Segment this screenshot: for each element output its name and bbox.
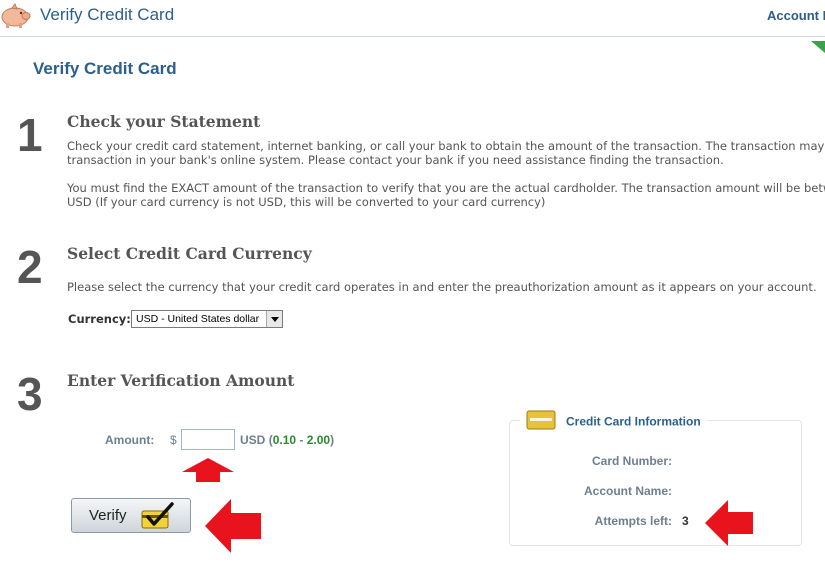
credit-card-info-title: Credit Card Information xyxy=(520,410,707,430)
range-max: 2.00 xyxy=(306,433,331,447)
card-number-label: Card Number: xyxy=(591,454,672,468)
currency-selected-value: USD - United States dollar xyxy=(136,313,260,325)
corner-decoration xyxy=(811,38,825,57)
page-title: Verify Credit Card xyxy=(33,59,177,78)
range-close-paren: ) xyxy=(330,433,335,447)
amount-unit: USD xyxy=(240,433,266,447)
range-min: 0.10 xyxy=(272,433,297,447)
step-2-text: Please select the currency that your cre… xyxy=(67,280,817,294)
step-3-number: 3 xyxy=(17,368,43,420)
credit-card-icon xyxy=(526,410,556,433)
chevron-down-icon[interactable] xyxy=(266,311,282,327)
top-bar: Verify Credit Card Account I xyxy=(0,0,825,37)
currency-label: Currency: xyxy=(68,312,131,326)
dollar-symbol: $ xyxy=(170,433,177,447)
attempts-left-label: Attempts left: xyxy=(594,514,672,528)
amount-range: USD (0.10 - 2.00) xyxy=(240,433,334,447)
step-1-text-line-3: You must find the EXACT amount of the tr… xyxy=(67,181,825,195)
attempts-left-value: 3 xyxy=(682,514,689,528)
account-link[interactable]: Account I xyxy=(767,8,825,23)
verify-button[interactable]: Verify xyxy=(71,498,191,533)
amount-input[interactable] xyxy=(181,429,235,450)
step-1-text-line-1: Check your credit card statement, intern… xyxy=(67,139,825,153)
step-1-title: Check your Statement xyxy=(67,112,261,131)
step-1-number: 1 xyxy=(17,109,43,161)
left-arrow-annotation-icon xyxy=(705,500,753,546)
step-2-number: 2 xyxy=(17,241,43,293)
account-name-label: Account Name: xyxy=(583,484,672,498)
up-arrow-annotation-icon xyxy=(182,458,234,482)
checkmark-card-icon xyxy=(140,502,176,534)
step-2-title: Select Credit Card Currency xyxy=(67,244,312,263)
step-3-title: Enter Verification Amount xyxy=(67,371,295,390)
credit-card-info-label: Credit Card Information xyxy=(566,414,701,429)
range-separator: - xyxy=(296,433,307,447)
app-title: Verify Credit Card xyxy=(40,5,175,24)
currency-select[interactable]: USD - United States dollar xyxy=(131,310,283,328)
piggy-bank-icon xyxy=(0,0,32,34)
step-1-text-line-4: USD (If your card currency is not USD, t… xyxy=(67,195,546,209)
amount-label: Amount: xyxy=(105,433,155,447)
step-1-text-line-2: transaction in your bank's online system… xyxy=(67,153,724,167)
left-arrow-annotation-icon xyxy=(205,499,261,553)
verify-button-label: Verify xyxy=(89,507,127,524)
